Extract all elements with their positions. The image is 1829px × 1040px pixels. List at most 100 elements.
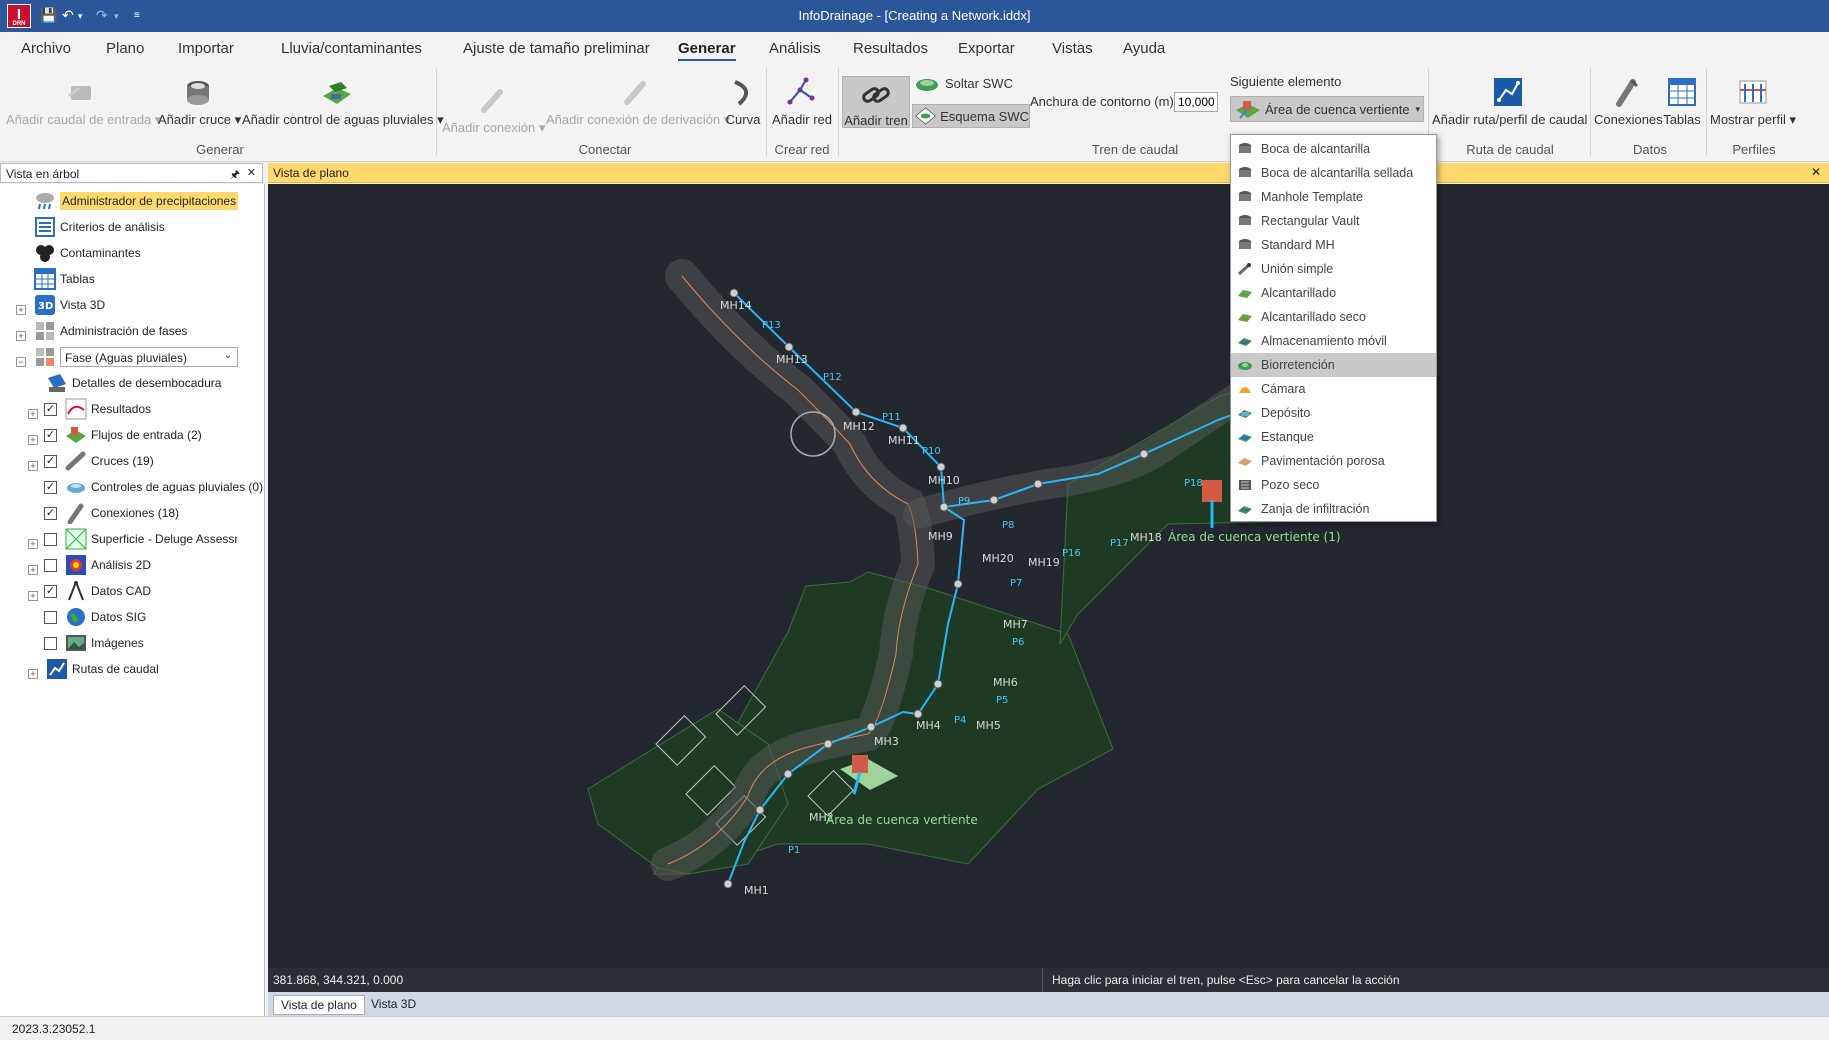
dropdown-item-deposito[interactable]: Depósito	[1231, 401, 1436, 425]
images-checkbox[interactable]	[44, 636, 57, 650]
tab-analisis[interactable]: Análisis	[769, 40, 821, 57]
junction-icon	[65, 451, 86, 471]
inflows-checkbox[interactable]: ✓	[44, 428, 57, 442]
2d-analysis-checkbox[interactable]	[44, 558, 57, 572]
tab-ayuda[interactable]: Ayuda	[1123, 40, 1165, 57]
cad-data-checkbox[interactable]: ✓	[44, 584, 57, 598]
tree-item-3d-view[interactable]: 3D Vista 3D	[34, 294, 105, 316]
tree-item-stormwater-controls[interactable]: ✓ Controles de aguas pluviales (0)	[44, 476, 263, 498]
expand-icon[interactable]: +	[16, 305, 26, 315]
expand-icon[interactable]: +	[28, 565, 38, 575]
dropdown-item-union-simple[interactable]: Unión simple	[1231, 257, 1436, 281]
menu-bar: Archivo Plano Importar Lluvia/contaminan…	[0, 32, 1829, 64]
add-inflow-button[interactable]: Añadir caudal de entrada ▾	[6, 76, 161, 128]
collapse-icon[interactable]: −	[16, 357, 26, 367]
group-conectar-label: Conectar	[578, 142, 632, 157]
dropdown-item-camara[interactable]: Cámara	[1231, 377, 1436, 401]
dropdown-item-boca-alcantarilla-sellada[interactable]: Boca de alcantarilla sellada	[1231, 161, 1436, 185]
dropdown-item-pavimentacion-porosa[interactable]: Pavimentación porosa	[1231, 449, 1436, 473]
tree-item-pollutants[interactable]: Contaminantes	[34, 242, 141, 264]
tree-item-analysis-criteria[interactable]: Criterios de análisis	[34, 216, 165, 238]
tab-lluvia[interactable]: Lluvia/contaminantes	[281, 40, 422, 57]
tree-item-phase-management[interactable]: Administración de fases	[34, 320, 187, 342]
tab-3d-view[interactable]: Vista 3D	[364, 995, 423, 1013]
plan-view-title: Vista de plano	[273, 166, 349, 180]
tab-importar[interactable]: Importar	[178, 40, 234, 57]
swc-schema-button[interactable]: Esquema SWC	[912, 104, 1030, 128]
show-profile-button[interactable]: Mostrar perfil ▾	[1710, 76, 1796, 128]
junctions-checkbox[interactable]: ✓	[44, 454, 57, 468]
connections-checkbox[interactable]: ✓	[44, 506, 57, 520]
tree-item-tables[interactable]: Tablas	[34, 268, 95, 290]
pin-icon[interactable]: 🖈	[230, 166, 240, 185]
contour-width-input[interactable]	[1174, 92, 1218, 112]
tree-item-cad-data[interactable]: ✓ Datos CAD	[44, 580, 151, 602]
add-flow-route-button[interactable]: Añadir ruta/perfil de caudal	[1432, 76, 1587, 127]
group-generar-label: Generar	[196, 142, 244, 157]
add-network-button[interactable]: Añadir red	[770, 76, 834, 127]
tree-item-results[interactable]: ✓ Resultados	[44, 398, 151, 420]
dropdown-item-zanja-infiltracion[interactable]: Zanja de infiltración	[1231, 497, 1436, 521]
dropdown-item-manhole-template[interactable]: Manhole Template	[1231, 185, 1436, 209]
tab-resultados[interactable]: Resultados	[853, 40, 928, 57]
gis-data-checkbox[interactable]	[44, 610, 57, 624]
close-tree-icon[interactable]: ✕	[247, 166, 256, 179]
phase-select[interactable]: Fase (Aguas pluviales) ⌄	[60, 347, 238, 367]
expand-icon[interactable]: +	[28, 669, 38, 679]
expand-icon[interactable]: +	[28, 435, 38, 445]
expand-icon[interactable]: +	[28, 409, 38, 419]
dropdown-item-standard-mh[interactable]: Standard MH	[1231, 233, 1436, 257]
expand-icon[interactable]: +	[16, 331, 26, 341]
stormwater-controls-checkbox[interactable]: ✓	[44, 480, 57, 494]
connections-button[interactable]: Conexiones	[1594, 76, 1663, 127]
add-branch-connection-button[interactable]: Añadir conexión de derivación ▾	[546, 76, 730, 128]
tree-item-phase[interactable]: Fase (Aguas pluviales) ⌄	[34, 346, 238, 368]
tab-archivo[interactable]: Archivo	[21, 40, 71, 57]
plan-canvas[interactable]: MH14 MH13 MH12 MH11 MH10 MH9 MH20 MH19 M…	[268, 184, 1829, 968]
label-mh1: MH1	[744, 884, 769, 897]
dropdown-item-alcantarillado[interactable]: Alcantarillado	[1231, 281, 1436, 305]
tab-plan-view[interactable]: Vista de plano	[273, 995, 365, 1015]
tab-plano[interactable]: Plano	[106, 40, 144, 57]
add-junction-button[interactable]: Añadir cruce ▾	[158, 76, 241, 128]
tab-exportar[interactable]: Exportar	[958, 40, 1015, 57]
results-checkbox[interactable]: ✓	[44, 402, 57, 416]
tree-item-images[interactable]: Imágenes	[44, 632, 144, 654]
group-ruta-label: Ruta de caudal	[1466, 142, 1554, 157]
tree-item-2d-analysis[interactable]: Análisis 2D	[44, 554, 151, 576]
close-plan-icon[interactable]: ✕	[1811, 165, 1821, 179]
tree-item-connections[interactable]: ✓ Conexiones (18)	[44, 502, 179, 524]
plan-view-header: Vista de plano ✕	[268, 163, 1829, 183]
add-stormwater-control-button[interactable]: Añadir control de aguas pluviales ▾	[242, 76, 444, 128]
next-element-dropdown[interactable]: Área de cuenca vertiente ▾	[1230, 96, 1424, 122]
tree-item-surface[interactable]: Superficie - Deluge Assessment_Pha	[44, 528, 237, 550]
dropdown-item-pozo-seco[interactable]: Pozo seco	[1231, 473, 1436, 497]
dropdown-item-alcantarillado-seco[interactable]: Alcantarillado seco	[1231, 305, 1436, 329]
surface-checkbox[interactable]	[44, 532, 57, 546]
dropdown-item-boca-alcantarilla[interactable]: Boca de alcantarilla	[1231, 137, 1436, 161]
drop-swc-button[interactable]: Soltar SWC	[914, 72, 1013, 94]
tree-item-inflows[interactable]: ✓ Flujos de entrada (2)	[44, 424, 202, 446]
chamber-icon	[1239, 387, 1251, 393]
expand-icon[interactable]: +	[28, 539, 38, 549]
window-title: InfoDrainage - [Creating a Network.iddx]	[798, 8, 1031, 23]
tab-generar[interactable]: Generar	[678, 40, 736, 61]
add-connection-button[interactable]: Añadir conexión ▾	[442, 84, 545, 136]
tables-button[interactable]: Tablas	[1662, 76, 1702, 127]
dropdown-item-estanque[interactable]: Estanque	[1231, 425, 1436, 449]
tree-item-flow-routes[interactable]: Rutas de caudal	[46, 658, 159, 680]
tab-ajuste[interactable]: Ajuste de tamaño preliminar	[463, 40, 650, 57]
dropdown-item-biorretencion[interactable]: Biorretención	[1231, 353, 1436, 377]
tree-item-rainfall-manager[interactable]: Administrador de precipitaciones	[34, 190, 239, 212]
tree-item-outfall-details[interactable]: Detalles de desembocadura	[46, 372, 221, 394]
label-p10: P10	[922, 446, 941, 457]
expand-icon[interactable]: +	[28, 591, 38, 601]
dropdown-item-almacenamiento-movil[interactable]: Almacenamiento móvil	[1231, 329, 1436, 353]
add-train-button[interactable]: Añadir tren	[842, 76, 910, 128]
dropdown-item-rectangular-vault[interactable]: Rectangular Vault	[1231, 209, 1436, 233]
tree-item-junctions[interactable]: ✓ Cruces (19)	[44, 450, 154, 472]
tree-item-gis-data[interactable]: Datos SIG	[44, 606, 146, 628]
curve-button[interactable]: Curva	[724, 76, 762, 127]
tab-vistas[interactable]: Vistas	[1052, 40, 1093, 57]
expand-icon[interactable]: +	[28, 461, 38, 471]
